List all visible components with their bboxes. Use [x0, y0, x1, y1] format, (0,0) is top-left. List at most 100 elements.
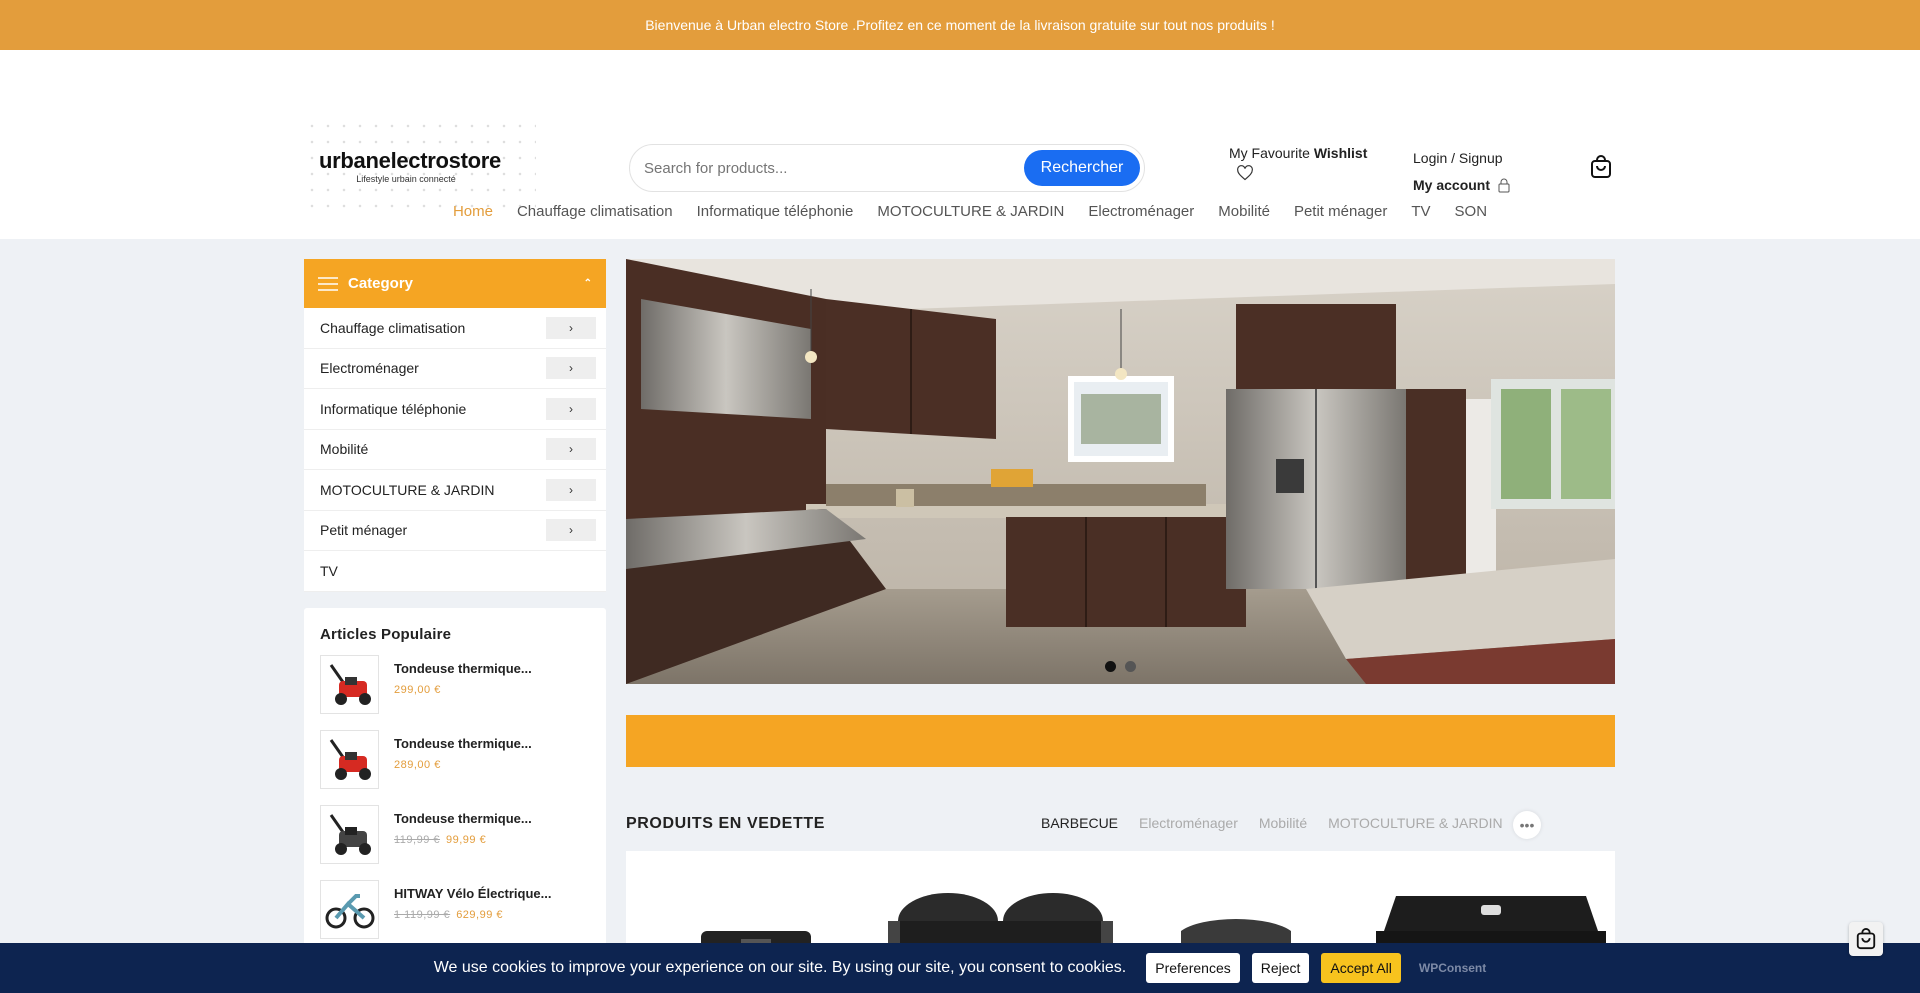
current-price: 629,99 € [456, 908, 504, 921]
cart-button[interactable] [1589, 155, 1613, 184]
product-price: 119,99 € 99,99 € [394, 834, 532, 846]
nav-item-informatique[interactable]: Informatique téléphonie [697, 203, 854, 220]
nav-item-chauffage[interactable]: Chauffage climatisation [517, 203, 673, 220]
lawn-mower-image [329, 664, 371, 705]
logo-name: urbanelectrostore [319, 148, 501, 173]
search-bar: Rechercher [629, 144, 1145, 192]
shopping-bag-icon [1591, 155, 1611, 178]
cookie-consent-bar: We use cookies to improve your experienc… [0, 943, 1920, 993]
nav-item-son[interactable]: SON [1455, 203, 1488, 220]
popular-item[interactable]: Tondeuse thermique... 289,00 € [320, 729, 590, 789]
slider-dot[interactable] [1105, 661, 1116, 672]
floating-cart-button[interactable] [1849, 922, 1883, 956]
category-item-petit-menager[interactable]: Petit ménager › [304, 511, 606, 551]
wishlist-link[interactable]: My Favourite Wishlist [1229, 145, 1367, 181]
logo-tagline: Lifestyle urbain connecté [356, 174, 456, 184]
login-signup-link[interactable]: Login / Signup [1413, 145, 1510, 172]
chevron-up-icon: ⌃ [583, 278, 592, 289]
nav-item-electromenager[interactable]: Electroménager [1088, 203, 1194, 220]
nav-item-motoculture[interactable]: MOTOCULTURE & JARDIN [877, 203, 1064, 220]
announcement-bar: Bienvenue à Urban electro Store .Profite… [0, 0, 1920, 50]
wishlist-prefix: My Favourite [1229, 145, 1314, 161]
category-item-label: Informatique téléphonie [320, 400, 467, 417]
kitchen-slide-image [626, 259, 1615, 684]
wpconsent-logo: WPConsent [1418, 961, 1487, 975]
current-price: 299,00 € [394, 683, 441, 696]
heart-icon [1237, 165, 1253, 181]
electric-bike-image [325, 894, 374, 929]
category-item-label: Mobilité [320, 441, 369, 458]
product-thumbnail[interactable] [320, 879, 379, 939]
popular-item[interactable]: Tondeuse thermique... 119,99 € 99,99 € [320, 804, 590, 864]
current-price: 99,99 € [446, 833, 487, 846]
lawn-mower-image [329, 814, 371, 855]
nav-item-tv[interactable]: TV [1411, 203, 1430, 220]
product-name[interactable]: HITWAY Vélo Électrique... [394, 886, 552, 901]
cookie-accept-all-button[interactable]: Accept All [1321, 953, 1401, 983]
category-item-electromenager[interactable]: Electroménager › [304, 349, 606, 389]
category-list: Chauffage climatisation › Electroménager ›… [304, 308, 606, 592]
chevron-right-icon[interactable]: › [546, 316, 596, 339]
chevron-right-icon[interactable]: › [546, 438, 596, 461]
featured-title: PRODUITS EN VEDETTE [626, 815, 825, 832]
lock-icon [1498, 178, 1510, 193]
category-item-motoculture[interactable]: MOTOCULTURE & JARDIN › [304, 470, 606, 511]
category-item-tv[interactable]: TV [304, 551, 606, 592]
popular-item[interactable]: HITWAY Vélo Électrique... 1 119,99 € 629,… [320, 879, 590, 939]
nav-item-mobilite[interactable]: Mobilité [1218, 203, 1270, 220]
featured-tabs: BARBECUE Electroménager Mobilité MOTOCUL… [1041, 815, 1503, 831]
chevron-right-icon[interactable]: › [546, 397, 596, 420]
category-item-label: Petit ménager [320, 522, 408, 539]
chevron-right-icon[interactable]: › [546, 519, 596, 542]
cookie-reject-button[interactable]: Reject [1251, 953, 1310, 983]
category-item-mobilite[interactable]: Mobilité › [304, 430, 606, 470]
my-account-link[interactable]: My account [1413, 172, 1510, 199]
popular-articles: Articles Populaire Tondeuse thermique...… [304, 607, 606, 948]
search-button[interactable]: Rechercher [1024, 150, 1140, 186]
category-item-informatique[interactable]: Informatique téléphonie › [304, 389, 606, 430]
tab-barbecue[interactable]: BARBECUE [1041, 815, 1118, 831]
cookie-message: We use cookies to improve your experienc… [433, 959, 1127, 976]
wishlist-label: Wishlist [1313, 145, 1368, 161]
product-thumbnail[interactable] [320, 654, 379, 714]
product-name[interactable]: Tondeuse thermique... [394, 811, 532, 826]
product-thumbnail[interactable] [320, 804, 379, 864]
chevron-right-icon[interactable]: › [546, 478, 596, 501]
category-item-chauffage[interactable]: Chauffage climatisation › [304, 308, 606, 349]
category-item-label: MOTOCULTURE & JARDIN [320, 481, 495, 498]
more-tabs-button[interactable]: ••• [1513, 811, 1541, 839]
category-item-label: TV [320, 562, 338, 579]
lawn-mower-image [329, 739, 371, 780]
tab-electromenager[interactable]: Electroménager [1139, 815, 1238, 831]
slider-dots [626, 661, 1615, 672]
product-thumbnail[interactable] [320, 729, 379, 789]
nav-item-petit-menager[interactable]: Petit ménager [1294, 203, 1387, 220]
account-area: Login / Signup My account [1413, 145, 1510, 199]
category-title: Category [348, 275, 414, 292]
popular-title: Articles Populaire [320, 625, 452, 643]
current-price: 289,00 € [394, 758, 441, 771]
tab-motoculture[interactable]: MOTOCULTURE & JARDIN [1328, 815, 1503, 831]
cookie-preferences-button[interactable]: Preferences [1146, 953, 1240, 983]
tab-mobilite[interactable]: Mobilité [1259, 815, 1307, 831]
slider-dot[interactable] [1125, 661, 1136, 672]
product-name[interactable]: Tondeuse thermique... [394, 736, 532, 751]
category-header[interactable]: Category ⌃ [304, 259, 606, 308]
old-price: 1 119,99 € [394, 908, 451, 921]
chevron-right-icon[interactable]: › [546, 357, 596, 380]
site-header: urbanelectrostore Lifestyle urbain conne… [0, 50, 1920, 239]
product-price: 1 119,99 € 629,99 € [394, 909, 552, 921]
hero-slider[interactable] [626, 259, 1615, 684]
my-account-label: My account [1413, 177, 1491, 193]
popular-item[interactable]: Tondeuse thermique... 299,00 € [320, 654, 590, 714]
nav-item-home[interactable]: Home [453, 203, 493, 220]
shopping-bag-icon [1856, 928, 1876, 950]
menu-icon [318, 276, 338, 291]
promo-banner [626, 715, 1615, 767]
category-item-label: Electroménager [320, 360, 419, 377]
sidebar: Category ⌃ Chauffage climatisation › Elec… [304, 259, 606, 948]
ellipsis-icon: ••• [1519, 817, 1535, 833]
site-logo[interactable]: urbanelectrostore Lifestyle urbain conne… [304, 118, 536, 214]
product-name[interactable]: Tondeuse thermique... [394, 661, 532, 676]
announcement-text: Bienvenue à Urban electro Store .Profite… [645, 17, 1275, 33]
